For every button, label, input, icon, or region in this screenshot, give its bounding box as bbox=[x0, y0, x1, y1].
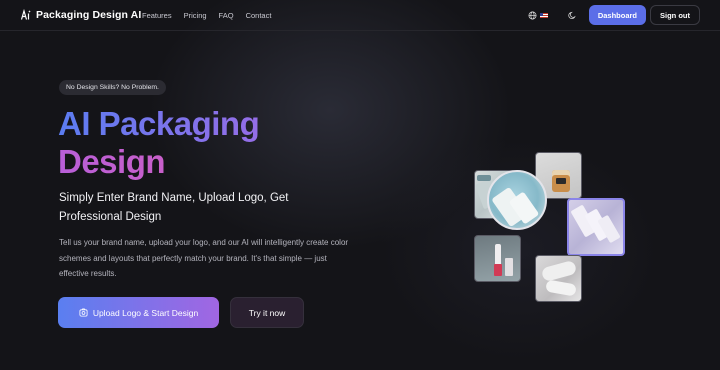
nav-link-contact[interactable]: Contact bbox=[246, 11, 272, 20]
brand-logo[interactable]: Packaging Design AI bbox=[20, 9, 141, 21]
language-switcher[interactable] bbox=[528, 11, 548, 20]
brand-name: Packaging Design AI bbox=[36, 9, 142, 21]
hero-description: Tell us your brand name, upload your log… bbox=[59, 238, 349, 278]
nav-links: Features Pricing FAQ Contact bbox=[142, 11, 271, 20]
dashboard-button[interactable]: Dashboard bbox=[588, 5, 646, 25]
sign-out-button[interactable]: Sign out bbox=[650, 5, 700, 25]
packaging-sample-image-5 bbox=[535, 255, 582, 302]
globe-icon bbox=[528, 11, 537, 19]
upload-logo-label: Upload Logo & Start Design bbox=[92, 307, 199, 318]
ai-logo-icon bbox=[20, 9, 31, 20]
hero-subtitle: Simply Enter Brand Name, Upload Logo, Ge… bbox=[59, 192, 289, 223]
hero-badge: No Design Skills? No Problem. bbox=[59, 80, 166, 95]
upload-logo-button[interactable]: Upload Logo & Start Design bbox=[58, 297, 219, 328]
try-it-now-button[interactable]: Try it now bbox=[230, 297, 304, 328]
top-navbar: Packaging Design AI Features Pricing FAQ… bbox=[0, 0, 720, 31]
packaging-sample-image-4 bbox=[474, 235, 521, 282]
us-flag-icon bbox=[539, 12, 548, 18]
hero-title-line-2: Design bbox=[58, 143, 358, 181]
upload-image-icon bbox=[79, 308, 88, 317]
packaging-sample-image-3-selected bbox=[567, 198, 625, 256]
nav-actions: Dashboard Sign out bbox=[528, 5, 700, 25]
packaging-sample-zoom-lens bbox=[487, 170, 547, 230]
nav-link-pricing[interactable]: Pricing bbox=[184, 11, 207, 20]
nav-link-faq[interactable]: FAQ bbox=[219, 11, 234, 20]
hero-title-line-1: AI Packaging bbox=[58, 105, 358, 143]
hero-title: AI Packaging Design bbox=[58, 105, 358, 181]
moon-icon[interactable] bbox=[568, 11, 577, 20]
nav-link-features[interactable]: Features bbox=[142, 11, 172, 20]
